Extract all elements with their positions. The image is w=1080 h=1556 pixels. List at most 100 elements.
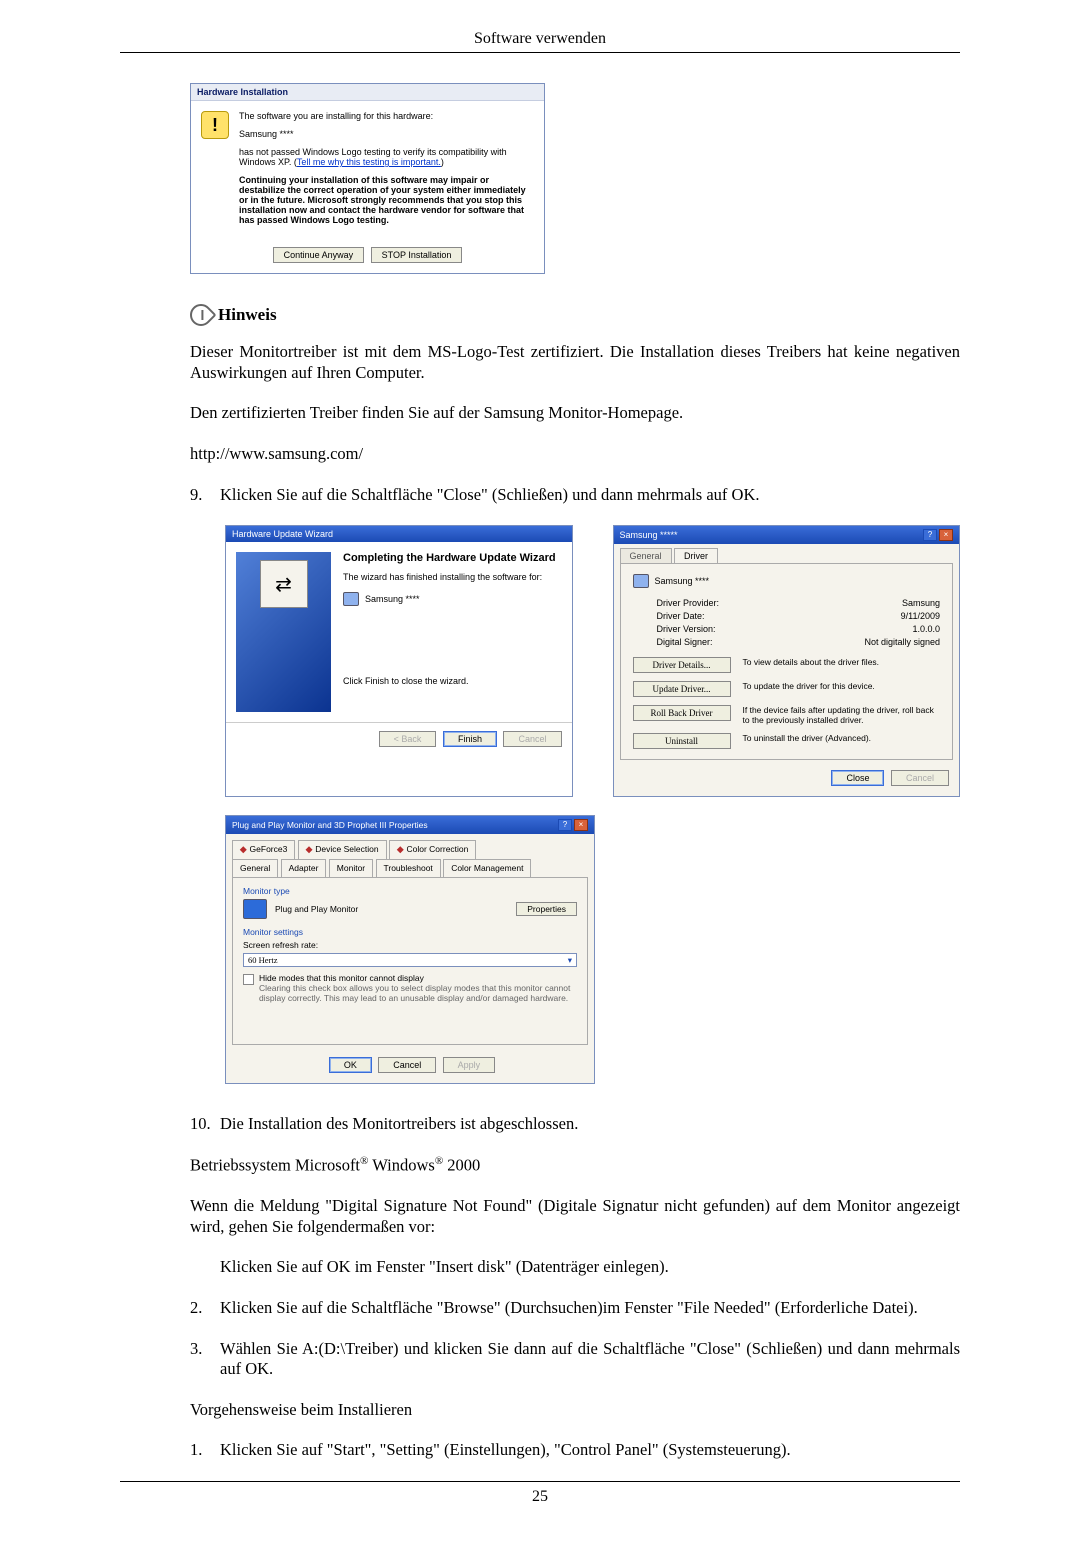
wizard-subtext: The wizard has finished installing the s… — [343, 572, 562, 582]
driver-title: Samsung ***** — [620, 530, 678, 540]
hw-line2b: ) — [441, 157, 444, 167]
tab-general[interactable]: General — [232, 859, 278, 878]
s4-num: 1. — [190, 1440, 220, 1461]
step-text-9: Klicken Sie auf die Schaltfläche "Close"… — [220, 485, 960, 506]
lbl-provider: Driver Provider: — [657, 598, 762, 608]
paragraph-1: Dieser Monitortreiber ist mit dem MS-Log… — [190, 342, 960, 383]
tab-general[interactable]: General — [620, 548, 672, 563]
hw-line2: has not passed Windows Logo testing to v… — [239, 147, 534, 167]
lbl-version: Driver Version: — [657, 624, 762, 634]
val-provider: Samsung — [902, 598, 940, 608]
close-icon[interactable]: × — [939, 529, 953, 541]
section-monitor-type: Monitor type — [243, 886, 577, 896]
hw-device: Samsung **** — [239, 129, 534, 139]
back-button: < Back — [379, 731, 437, 747]
desc-details: To view details about the driver files. — [743, 657, 941, 667]
hide-modes-label: Hide modes that this monitor cannot disp… — [259, 973, 577, 983]
val-date: 9/11/2009 — [901, 611, 940, 621]
desc-uninstall: To uninstall the driver (Advanced). — [743, 733, 941, 743]
header-divider — [120, 52, 960, 53]
os-line: Betriebssystem Microsoft® Windows® 2000 — [190, 1155, 960, 1176]
note-label: Hinweis — [218, 305, 277, 325]
dialog-title: Hardware Installation — [191, 84, 544, 101]
cancel-button: Cancel — [503, 731, 561, 747]
wizard-sidebar: ⇄ — [236, 552, 331, 712]
wizard-device-icon: ⇄ — [260, 560, 308, 608]
paragraph-5: Vorgehensweise beim Installieren — [190, 1400, 960, 1421]
rollback-driver-button[interactable]: Roll Back Driver — [633, 705, 731, 721]
cancel-button[interactable]: Cancel — [378, 1057, 436, 1073]
driver-device: Samsung **** — [655, 576, 710, 586]
monitor-icon — [343, 592, 359, 606]
tab-troubleshoot[interactable]: Troubleshoot — [376, 859, 441, 878]
s3-text: Wählen Sie A:(D:\Treiber) und klicken Si… — [220, 1339, 960, 1380]
props-title: Plug and Play Monitor and 3D Prophet III… — [232, 820, 428, 830]
monitor-icon — [633, 574, 649, 588]
tab-color-correction[interactable]: ◆Color Correction — [389, 840, 476, 859]
monitor-properties-dialog: Plug and Play Monitor and 3D Prophet III… — [225, 815, 595, 1084]
page-header: Software verwenden — [120, 30, 960, 48]
close-button[interactable]: Close — [831, 770, 884, 786]
refresh-value: 60 Hertz — [248, 955, 278, 965]
lbl-date: Driver Date: — [657, 611, 762, 621]
uninstall-button[interactable]: Uninstall — [633, 733, 731, 749]
page-number: 25 — [120, 1488, 960, 1536]
logo-test-link[interactable]: Tell me why this testing is important. — [297, 157, 441, 167]
continue-anyway-button[interactable]: Continue Anyway — [273, 247, 365, 263]
desc-rollback: If the device fails after updating the d… — [743, 705, 941, 725]
s4-text: Klicken Sie auf "Start", "Setting" (Eins… — [220, 1440, 960, 1461]
apply-button: Apply — [443, 1057, 496, 1073]
desc-update: To update the driver for this device. — [743, 681, 941, 691]
paragraph-4: Wenn die Meldung "Digital Signature Not … — [190, 1196, 960, 1237]
wizard-device: Samsung **** — [365, 594, 420, 604]
val-signer: Not digitally signed — [864, 637, 940, 647]
s1-num — [190, 1257, 220, 1278]
step-text-10: Die Installation des Monitortreibers ist… — [220, 1114, 960, 1135]
wizard-heading: Completing the Hardware Update Wizard — [343, 552, 562, 564]
driver-details-button[interactable]: Driver Details... — [633, 657, 731, 673]
warning-icon: ! — [201, 111, 229, 139]
footer-divider — [120, 1481, 960, 1482]
wizard-title: Hardware Update Wizard — [226, 526, 572, 542]
update-driver-button[interactable]: Update Driver... — [633, 681, 731, 697]
hide-modes-help: Clearing this check box allows you to se… — [259, 983, 577, 1003]
cancel-button: Cancel — [891, 770, 949, 786]
val-version: 1.0.0.0 — [912, 624, 940, 634]
chevron-down-icon: ▾ — [568, 955, 572, 966]
hw-update-wizard-dialog: Hardware Update Wizard ⇄ Completing the … — [225, 525, 573, 797]
s1-text: Klicken Sie auf OK im Fenster "Insert di… — [220, 1257, 960, 1278]
tab-adapter[interactable]: Adapter — [281, 859, 327, 878]
paragraph-url: http://www.samsung.com/ — [190, 444, 960, 465]
wizard-finish-hint: Click Finish to close the wizard. — [343, 676, 562, 686]
hide-modes-checkbox[interactable] — [243, 974, 254, 985]
hw-line1: The software you are installing for this… — [239, 111, 534, 121]
paragraph-2: Den zertifizierten Treiber finden Sie au… — [190, 403, 960, 424]
properties-button[interactable]: Properties — [516, 902, 577, 916]
hw-install-dialog: Hardware Installation ! The software you… — [190, 83, 545, 274]
s2-text: Klicken Sie auf die Schaltfläche "Browse… — [220, 1298, 960, 1319]
lbl-signer: Digital Signer: — [657, 637, 762, 647]
tab-driver[interactable]: Driver — [674, 548, 718, 563]
tab-geforce[interactable]: ◆GeForce3 — [232, 840, 295, 859]
s2-num: 2. — [190, 1298, 220, 1319]
monitor-name: Plug and Play Monitor — [275, 904, 358, 914]
section-monitor-settings: Monitor settings — [243, 927, 577, 937]
tab-monitor[interactable]: Monitor — [329, 859, 373, 878]
ok-button[interactable]: OK — [329, 1057, 372, 1073]
note-icon — [185, 299, 216, 330]
refresh-label: Screen refresh rate: — [243, 940, 577, 950]
step-num-9: 9. — [190, 485, 220, 506]
help-icon[interactable]: ? — [923, 529, 937, 541]
hw-warning-text: Continuing your installation of this sof… — [239, 175, 534, 225]
refresh-rate-select[interactable]: 60 Hertz ▾ — [243, 953, 577, 967]
close-icon[interactable]: × — [574, 819, 588, 831]
monitor-icon — [243, 899, 267, 919]
help-icon[interactable]: ? — [558, 819, 572, 831]
stop-installation-button[interactable]: STOP Installation — [371, 247, 463, 263]
tab-device-selection[interactable]: ◆Device Selection — [298, 840, 387, 859]
s3-num: 3. — [190, 1339, 220, 1380]
driver-properties-dialog: Samsung ***** ? × General Driver Samsung… — [613, 525, 961, 797]
step-num-10: 10. — [190, 1114, 220, 1135]
tab-color-mgmt[interactable]: Color Management — [443, 859, 531, 878]
finish-button[interactable]: Finish — [443, 731, 497, 747]
